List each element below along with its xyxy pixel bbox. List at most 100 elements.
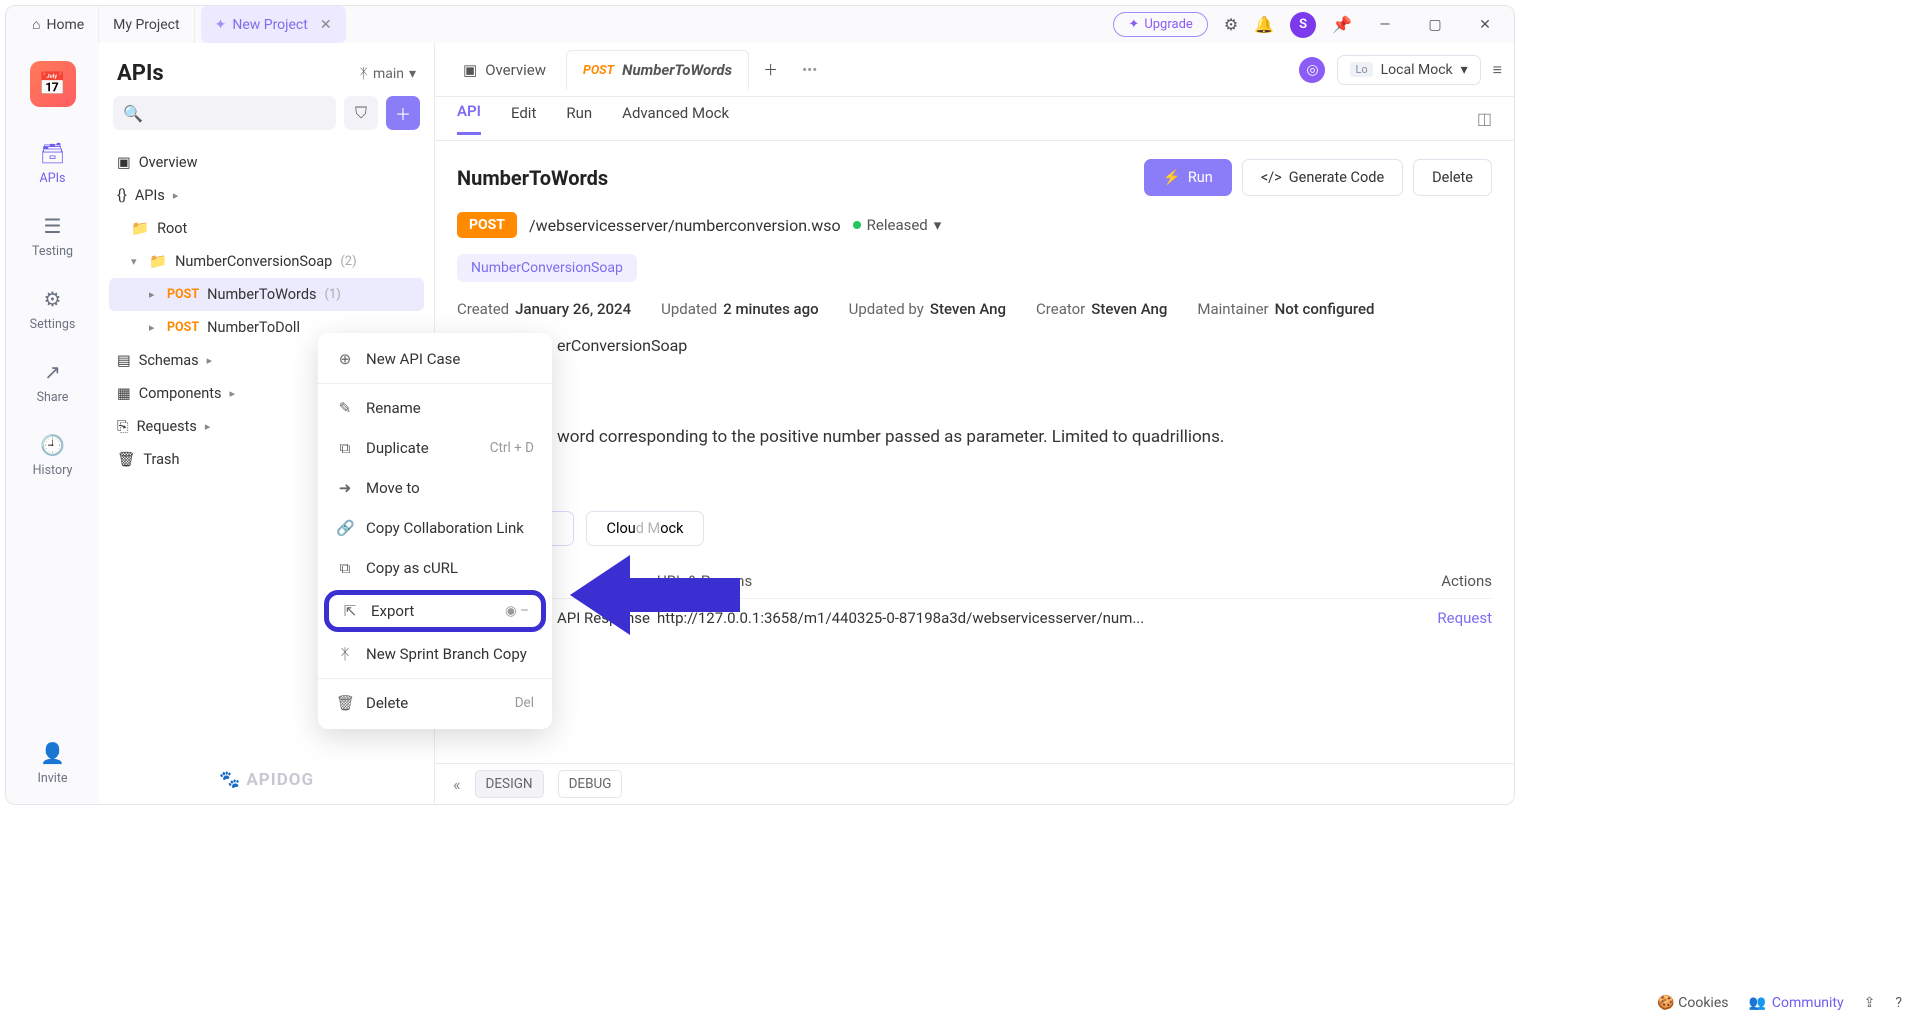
branch-icon: ᛡ xyxy=(336,645,354,663)
ctx-duplicate[interactable]: ⧉ Duplicate Ctrl + D xyxy=(318,428,552,468)
avatar[interactable]: S xyxy=(1290,12,1316,38)
bottom-bar: « DESIGN DEBUG 🍪 Cookies 👥 Community ⇪ ? xyxy=(435,763,1514,804)
home-icon: ⌂ xyxy=(32,16,40,33)
app-logo[interactable]: 📅 xyxy=(30,61,76,107)
annotation-arrow xyxy=(570,540,740,650)
upgrade-label: Upgrade xyxy=(1144,17,1192,32)
editor-tabs: ▣ Overview POST NumberToWords ＋ ••• ◎ Lo… xyxy=(435,43,1514,97)
tree-item-numbertowords[interactable]: ▸ POST NumberToWords (1) xyxy=(109,278,424,311)
run-button[interactable]: ⚡ Run xyxy=(1144,159,1232,196)
trash-icon: 🗑 xyxy=(336,694,354,712)
gear-icon[interactable]: ⚙ xyxy=(1224,15,1238,34)
tree-overview[interactable]: ▣ Overview xyxy=(109,146,424,179)
ctx-new-api-case[interactable]: ⊕ New API Case xyxy=(318,339,552,379)
invite-icon: 👤 xyxy=(41,741,65,765)
branch-selector[interactable]: ᛡ main ▾ xyxy=(360,66,416,82)
ctx-new-sprint[interactable]: ᛡ New Sprint Branch Copy xyxy=(318,634,552,674)
share-icon: ↗ xyxy=(40,360,64,384)
search-input[interactable]: 🔍 xyxy=(113,96,336,130)
apis-icon: 🗃 xyxy=(41,141,65,165)
components-icon: ▦ xyxy=(117,385,131,402)
mode-design[interactable]: DESIGN xyxy=(475,770,544,798)
mock-url: http://127.0.0.1:3658/m1/440325-0-87198a… xyxy=(657,609,1402,627)
chevron-right-icon: ▸ xyxy=(205,420,215,433)
method-badge: POST xyxy=(167,320,199,335)
overview-icon: ▣ xyxy=(463,61,477,79)
bell-icon[interactable]: 🔔 xyxy=(1254,15,1274,34)
tab-project-label: My Project xyxy=(113,17,179,33)
chevron-down-icon: ▾ xyxy=(934,216,942,234)
subtab-run[interactable]: Run xyxy=(566,104,592,134)
rail-testing[interactable]: ☰ Testing xyxy=(32,214,73,259)
link-icon: 🔗 xyxy=(336,519,354,537)
subtab-advmock[interactable]: Advanced Mock xyxy=(622,104,729,134)
chevron-down-icon: ▾ xyxy=(1461,62,1468,78)
mode-debug[interactable]: DEBUG xyxy=(558,770,623,798)
sparkle-icon: ✦ xyxy=(1128,17,1139,32)
request-link[interactable]: Request xyxy=(1402,609,1492,627)
chevron-right-icon: ▸ xyxy=(149,321,159,334)
api-metadata: CreatedJanuary 26, 2024 Updated2 minutes… xyxy=(457,300,1492,318)
status-selector[interactable]: Released ▾ xyxy=(853,216,942,234)
col-url: URL & Params xyxy=(657,572,1402,590)
rail-invite[interactable]: 👤 Invite xyxy=(37,741,67,786)
tab-overview[interactable]: ▣ Overview xyxy=(447,50,562,90)
delete-button[interactable]: Delete xyxy=(1413,159,1492,196)
tab-home-label: Home xyxy=(46,17,84,33)
rail-settings[interactable]: ⚙ Settings xyxy=(30,287,76,332)
overview-icon: ▣ xyxy=(117,154,131,171)
api-title: NumberToWords xyxy=(457,166,608,190)
settings-icon: ⚙ xyxy=(41,287,65,311)
paw-icon: 🐾 xyxy=(219,770,246,790)
generate-code-button[interactable]: </> Generate Code xyxy=(1242,159,1403,196)
plus-icon: ＋ xyxy=(395,101,411,125)
tag-pill[interactable]: NumberConversionSoap xyxy=(457,254,637,282)
titlebar: ⌂ Home My Project ✦ New Project ✕ ✦ Upgr… xyxy=(6,6,1514,43)
pin-icon[interactable]: 📌 xyxy=(1332,15,1352,34)
chevron-right-icon: ▸ xyxy=(207,354,217,367)
tab-my-project[interactable]: My Project xyxy=(99,6,194,43)
tab-more[interactable]: ••• xyxy=(792,50,827,90)
tab-home[interactable]: ⌂ Home xyxy=(18,6,99,43)
subtab-edit[interactable]: Edit xyxy=(511,104,536,134)
tree-apis[interactable]: {} APIs ▸ xyxy=(109,179,424,212)
menu-icon[interactable]: ≡ xyxy=(1493,60,1502,80)
add-button[interactable]: ＋ xyxy=(386,96,420,130)
ctx-export[interactable]: ⇱ Export ◉ – xyxy=(324,590,546,632)
rail-apis[interactable]: 🗃 APIs xyxy=(40,141,66,186)
ctx-copy-curl[interactable]: ⧉ Copy as cURL xyxy=(318,548,552,588)
tab-newproject-label: New Project xyxy=(232,17,308,33)
bolt-icon: ⚡ xyxy=(1163,169,1181,186)
context-menu: ⊕ New API Case ✎ Rename ⧉ Duplicate Ctrl… xyxy=(318,333,552,729)
close-tab-icon[interactable]: ✕ xyxy=(320,17,332,33)
requests-icon: ⎘ xyxy=(117,418,129,435)
branch-icon: ᛡ xyxy=(360,66,368,82)
tree-folder-numberconversion[interactable]: ▾ 📁 NumberConversionSoap (2) xyxy=(109,245,424,278)
window-maximize[interactable]: ▢ xyxy=(1418,17,1452,33)
tab-add[interactable]: ＋ xyxy=(753,50,788,90)
search-icon: 🔍 xyxy=(123,104,143,123)
rail-history[interactable]: 🕘 History xyxy=(33,433,73,478)
collapse-icon[interactable]: « xyxy=(453,775,461,794)
environment-selector[interactable]: Lo Local Mock ▾ xyxy=(1337,55,1480,85)
rail-share[interactable]: ↗ Share xyxy=(37,360,69,405)
copy-icon: ⧉ xyxy=(336,559,354,577)
ctx-copy-collab[interactable]: 🔗 Copy Collaboration Link xyxy=(318,508,552,548)
move-icon: ➜ xyxy=(336,479,354,497)
filter-button[interactable]: ⛉ xyxy=(344,96,378,130)
window-minimize[interactable]: — xyxy=(1368,17,1402,33)
main-panel: ▣ Overview POST NumberToWords ＋ ••• ◎ Lo… xyxy=(435,43,1514,804)
compass-icon[interactable]: ◎ xyxy=(1299,57,1325,83)
upgrade-button[interactable]: ✦ Upgrade xyxy=(1113,12,1207,37)
window-close[interactable]: ✕ xyxy=(1468,17,1502,33)
tab-new-project[interactable]: ✦ New Project ✕ xyxy=(201,6,346,43)
ctx-move-to[interactable]: ➜ Move to xyxy=(318,468,552,508)
tree-root[interactable]: 📁 Root xyxy=(109,212,424,245)
tab-numbertowords[interactable]: POST NumberToWords xyxy=(566,50,749,90)
ctx-delete[interactable]: 🗑 Delete Del xyxy=(318,683,552,723)
swagger-icon: ◉ – xyxy=(505,603,529,619)
panel-toggle-icon[interactable]: ◫ xyxy=(1477,109,1492,128)
left-rail: 📅 🗃 APIs ☰ Testing ⚙ Settings ↗ Share 🕘 … xyxy=(6,43,99,804)
ctx-rename[interactable]: ✎ Rename xyxy=(318,388,552,428)
subtab-api[interactable]: API xyxy=(457,102,481,135)
